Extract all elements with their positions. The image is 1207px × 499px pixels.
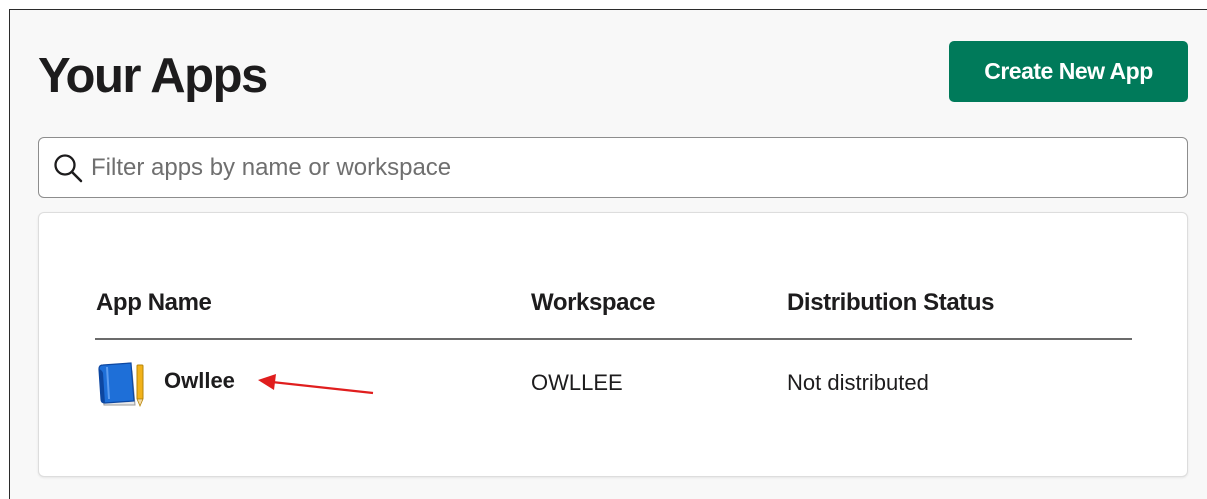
search-input[interactable]: [91, 146, 1171, 190]
table-header-divider: [95, 338, 1132, 340]
column-header-distribution-status[interactable]: Distribution Status: [787, 289, 994, 317]
book-icon: [98, 362, 144, 408]
column-header-app-name[interactable]: App Name: [96, 289, 212, 317]
distribution-status-cell: Not distributed: [787, 370, 929, 395]
workspace-cell: OWLLEE: [531, 370, 623, 395]
search-icon: [54, 154, 83, 183]
apps-table-card: App Name Workspace Distribution Status O…: [38, 212, 1188, 477]
column-header-workspace[interactable]: Workspace: [531, 289, 655, 317]
create-new-app-button[interactable]: Create New App: [949, 41, 1188, 102]
app-name-link[interactable]: Owllee: [164, 368, 235, 394]
search-box[interactable]: [38, 137, 1188, 198]
page-title: Your Apps: [38, 49, 268, 103]
